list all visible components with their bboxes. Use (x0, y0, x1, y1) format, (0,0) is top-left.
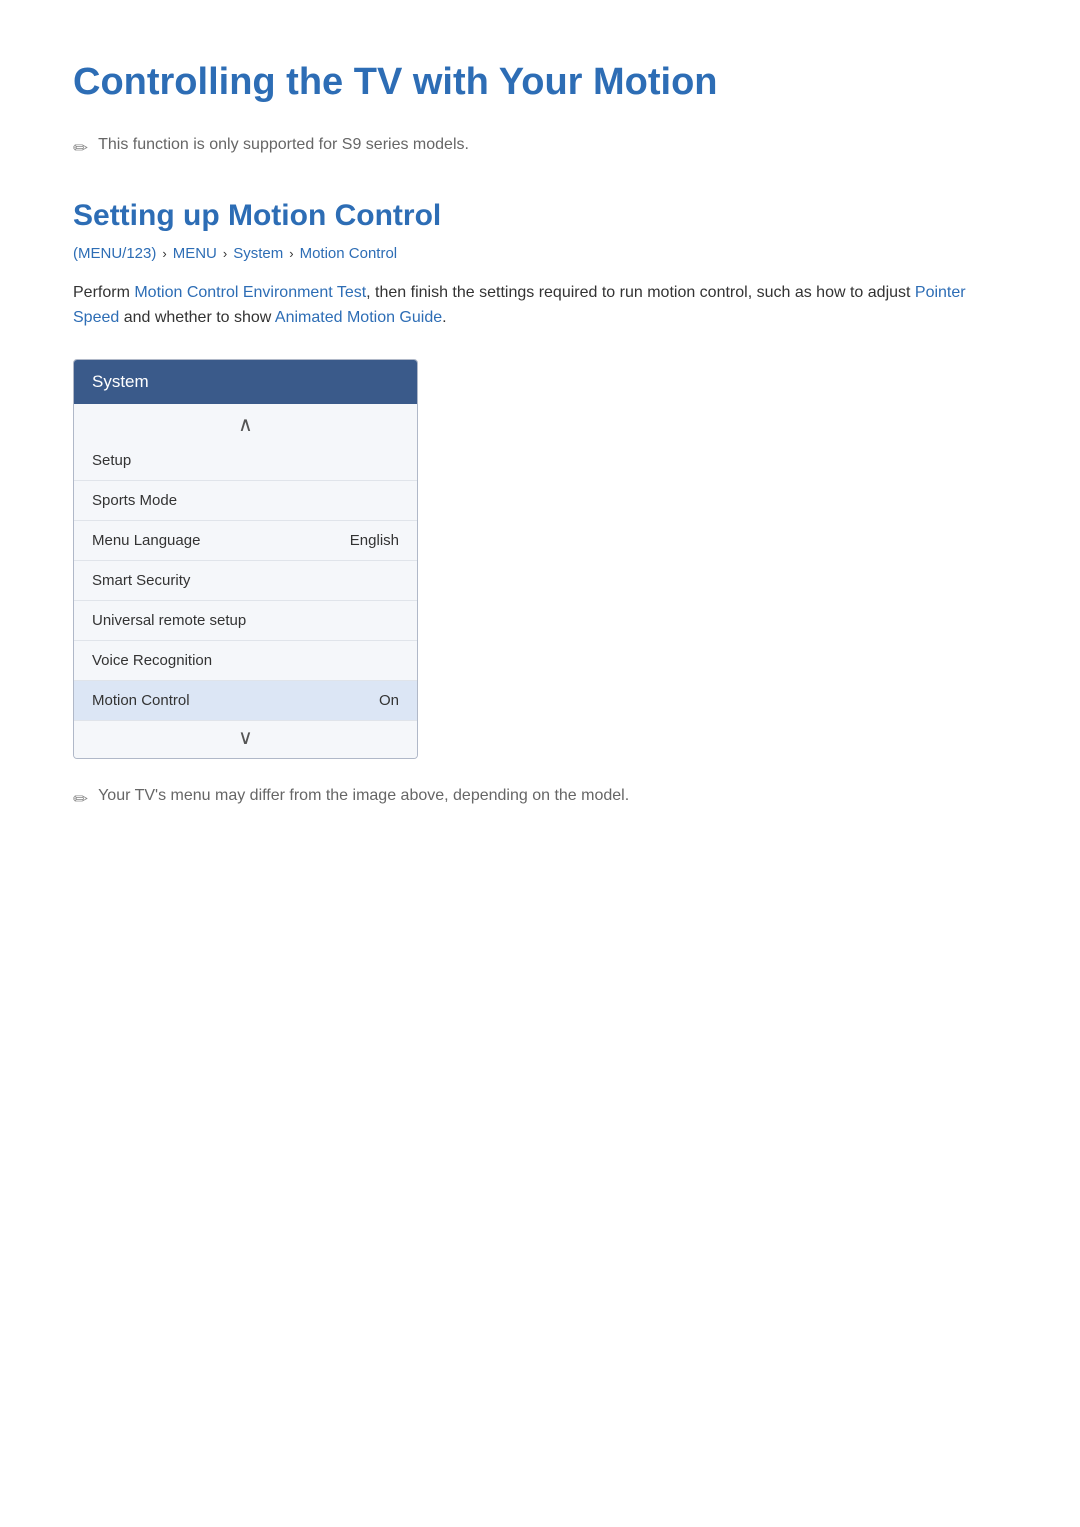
menu-item-voice-recognition[interactable]: Voice Recognition (74, 641, 417, 681)
menu-item-menu-language-label: Menu Language (92, 532, 200, 549)
menu-item-sports-mode-label: Sports Mode (92, 492, 177, 509)
breadcrumb-menu[interactable]: MENU (173, 245, 217, 262)
menu-item-setup-label: Setup (92, 452, 131, 469)
breadcrumb-motion-control[interactable]: Motion Control (300, 245, 398, 262)
menu-item-motion-control-value: On (379, 692, 399, 709)
system-menu-box: System ∧ Setup Sports Mode Menu Language… (73, 359, 418, 759)
body-middle2: and whether to show (119, 309, 275, 326)
menu-item-smart-security-label: Smart Security (92, 572, 190, 589)
pencil-icon-2: ✏ (73, 789, 88, 810)
chevron-up-icon: ∧ (238, 412, 253, 437)
menu-item-menu-language[interactable]: Menu Language English (74, 521, 417, 561)
chevron-down-icon: ∨ (238, 725, 253, 750)
pencil-icon-1: ✏ (73, 138, 88, 159)
menu-item-voice-recognition-label: Voice Recognition (92, 652, 212, 669)
menu-item-motion-control-label: Motion Control (92, 692, 190, 709)
section-title: Setting up Motion Control (73, 199, 1007, 233)
menu-chevron-down-row: ∨ (74, 721, 417, 758)
menu-item-smart-security[interactable]: Smart Security (74, 561, 417, 601)
menu-item-menu-language-value: English (350, 532, 399, 549)
breadcrumb: (MENU/123) › MENU › System › Motion Cont… (73, 245, 1007, 262)
link-motion-control-env-test[interactable]: Motion Control Environment Test (134, 284, 366, 301)
body-suffix: . (442, 309, 446, 326)
link-animated-motion-guide[interactable]: Animated Motion Guide (275, 309, 442, 326)
menu-item-motion-control[interactable]: Motion Control On (74, 681, 417, 721)
breadcrumb-sep-1: › (162, 246, 166, 261)
body-middle: , then finish the settings required to r… (366, 284, 915, 301)
breadcrumb-menu123[interactable]: (MENU/123) (73, 245, 156, 262)
body-prefix: Perform (73, 284, 134, 301)
breadcrumb-sep-3: › (289, 246, 293, 261)
page-title: Controlling the TV with Your Motion (73, 60, 1007, 106)
menu-item-universal-remote-setup[interactable]: Universal remote setup (74, 601, 417, 641)
note-row-2: ✏ Your TV's menu may differ from the ima… (73, 787, 1007, 810)
menu-item-universal-remote-setup-label: Universal remote setup (92, 612, 246, 629)
breadcrumb-sep-2: › (223, 246, 227, 261)
note-row-1: ✏ This function is only supported for S9… (73, 136, 1007, 159)
menu-item-sports-mode[interactable]: Sports Mode (74, 481, 417, 521)
breadcrumb-system[interactable]: System (233, 245, 283, 262)
menu-header: System (74, 360, 417, 404)
note-text-1: This function is only supported for S9 s… (98, 136, 469, 154)
menu-item-setup[interactable]: Setup (74, 441, 417, 481)
note-text-2: Your TV's menu may differ from the image… (98, 787, 629, 805)
body-paragraph: Perform Motion Control Environment Test,… (73, 280, 1007, 331)
menu-chevron-up-row: ∧ (74, 404, 417, 441)
